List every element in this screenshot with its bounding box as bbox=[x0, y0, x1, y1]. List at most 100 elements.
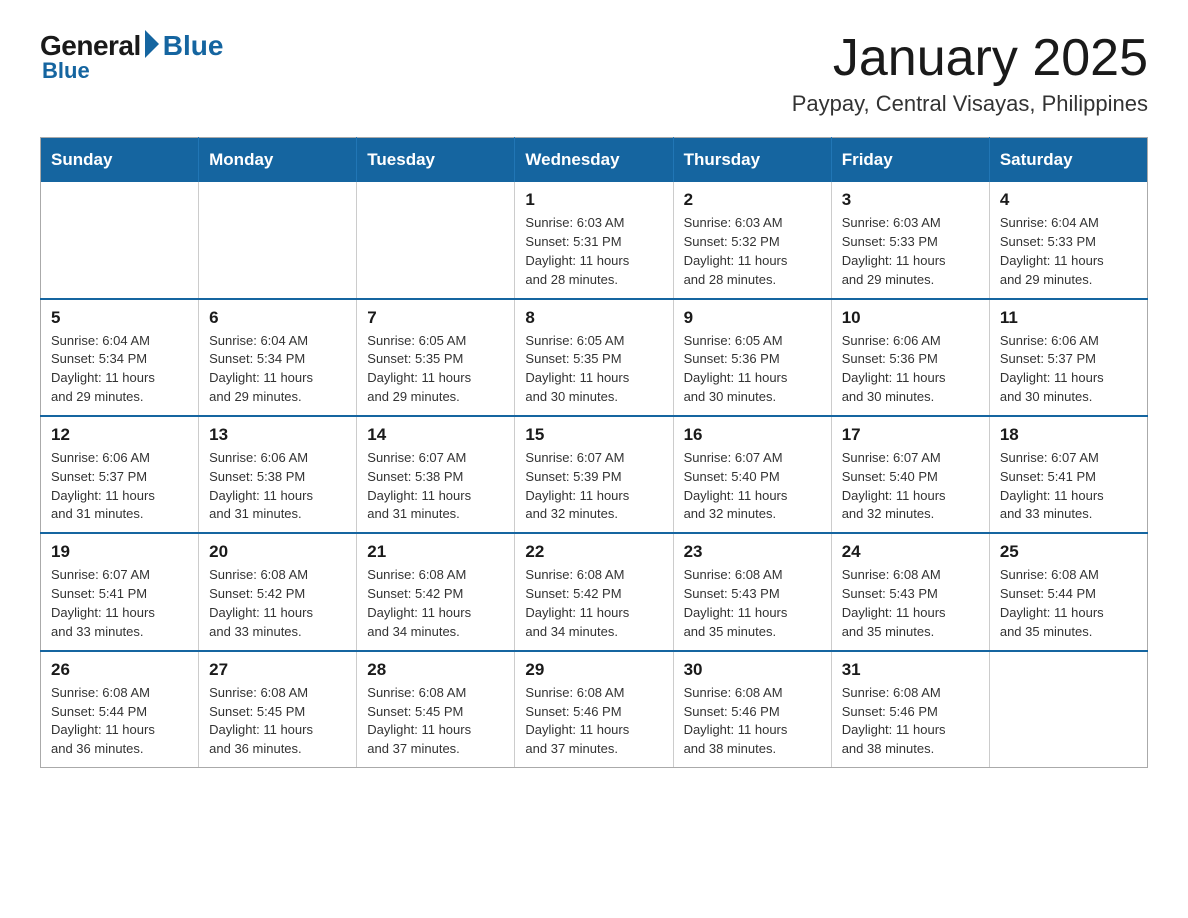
day-number: 14 bbox=[367, 425, 504, 445]
header-day-monday: Monday bbox=[199, 138, 357, 183]
calendar-cell: 30 Sunrise: 6:08 AM Sunset: 5:46 PM Dayli… bbox=[673, 651, 831, 768]
day-info: Sunrise: 6:07 AM Sunset: 5:38 PM Dayligh… bbox=[367, 449, 504, 524]
day-number: 23 bbox=[684, 542, 821, 562]
day-number: 25 bbox=[1000, 542, 1137, 562]
day-info: Sunrise: 6:08 AM Sunset: 5:42 PM Dayligh… bbox=[209, 566, 346, 641]
calendar-cell: 9Sunrise: 6:05 AM Sunset: 5:36 PM Daylig… bbox=[673, 299, 831, 416]
calendar-cell: 10Sunrise: 6:06 AM Sunset: 5:36 PM Dayli… bbox=[831, 299, 989, 416]
logo-subtitle: Blue bbox=[42, 58, 90, 84]
calendar-table: SundayMondayTuesdayWednesdayThursdayFrid… bbox=[40, 137, 1148, 768]
day-number: 15 bbox=[525, 425, 662, 445]
calendar-cell: 14 Sunrise: 6:07 AM Sunset: 5:38 PM Dayli… bbox=[357, 416, 515, 533]
week-row-2: 5 Sunrise: 6:04 AM Sunset: 5:34 PM Daylig… bbox=[41, 299, 1148, 416]
week-row-4: 19 Sunrise: 6:07 AM Sunset: 5:41 PM Dayli… bbox=[41, 533, 1148, 650]
header-day-tuesday: Tuesday bbox=[357, 138, 515, 183]
day-number: 8 bbox=[525, 308, 662, 328]
day-info: Sunrise: 6:03 AM Sunset: 5:32 PM Dayligh… bbox=[684, 214, 821, 289]
day-number: 12 bbox=[51, 425, 188, 445]
calendar-cell: 13 Sunrise: 6:06 AM Sunset: 5:38 PM Dayli… bbox=[199, 416, 357, 533]
day-number: 16 bbox=[684, 425, 821, 445]
logo-blue-text: Blue bbox=[163, 30, 224, 62]
calendar-cell: 16 Sunrise: 6:07 AM Sunset: 5:40 PM Dayli… bbox=[673, 416, 831, 533]
day-number: 31 bbox=[842, 660, 979, 680]
week-row-5: 26 Sunrise: 6:08 AM Sunset: 5:44 PM Dayli… bbox=[41, 651, 1148, 768]
day-number: 17 bbox=[842, 425, 979, 445]
day-info: Sunrise: 6:05 AM Sunset: 5:35 PM Dayligh… bbox=[525, 332, 662, 407]
day-number: 26 bbox=[51, 660, 188, 680]
day-info: Sunrise: 6:06 AM Sunset: 5:36 PM Dayligh… bbox=[842, 332, 979, 407]
day-number: 7 bbox=[367, 308, 504, 328]
calendar-cell: 27 Sunrise: 6:08 AM Sunset: 5:45 PM Dayli… bbox=[199, 651, 357, 768]
calendar-cell: 8 Sunrise: 6:05 AM Sunset: 5:35 PM Daylig… bbox=[515, 299, 673, 416]
day-number: 27 bbox=[209, 660, 346, 680]
day-info: Sunrise: 6:05 AM Sunset: 5:35 PM Dayligh… bbox=[367, 332, 504, 407]
day-info: Sunrise: 6:06 AM Sunset: 5:37 PM Dayligh… bbox=[51, 449, 188, 524]
header-day-saturday: Saturday bbox=[989, 138, 1147, 183]
day-number: 30 bbox=[684, 660, 821, 680]
day-info: Sunrise: 6:08 AM Sunset: 5:45 PM Dayligh… bbox=[209, 684, 346, 759]
day-number: 1 bbox=[525, 190, 662, 210]
day-info: Sunrise: 6:08 AM Sunset: 5:44 PM Dayligh… bbox=[51, 684, 188, 759]
day-info: Sunrise: 6:04 AM Sunset: 5:33 PM Dayligh… bbox=[1000, 214, 1137, 289]
day-info: Sunrise: 6:03 AM Sunset: 5:33 PM Dayligh… bbox=[842, 214, 979, 289]
day-number: 13 bbox=[209, 425, 346, 445]
day-info: Sunrise: 6:07 AM Sunset: 5:41 PM Dayligh… bbox=[1000, 449, 1137, 524]
day-info: Sunrise: 6:04 AM Sunset: 5:34 PM Dayligh… bbox=[51, 332, 188, 407]
day-number: 24 bbox=[842, 542, 979, 562]
day-info: Sunrise: 6:08 AM Sunset: 5:46 PM Dayligh… bbox=[684, 684, 821, 759]
day-info: Sunrise: 6:07 AM Sunset: 5:41 PM Dayligh… bbox=[51, 566, 188, 641]
day-info: Sunrise: 6:08 AM Sunset: 5:42 PM Dayligh… bbox=[525, 566, 662, 641]
header-day-friday: Friday bbox=[831, 138, 989, 183]
day-info: Sunrise: 6:05 AM Sunset: 5:36 PM Dayligh… bbox=[684, 332, 821, 407]
page-subtitle: Paypay, Central Visayas, Philippines bbox=[792, 91, 1148, 117]
day-number: 29 bbox=[525, 660, 662, 680]
calendar-cell: 3 Sunrise: 6:03 AM Sunset: 5:33 PM Daylig… bbox=[831, 182, 989, 298]
calendar-cell: 4 Sunrise: 6:04 AM Sunset: 5:33 PM Daylig… bbox=[989, 182, 1147, 298]
header-row: SundayMondayTuesdayWednesdayThursdayFrid… bbox=[41, 138, 1148, 183]
day-info: Sunrise: 6:06 AM Sunset: 5:38 PM Dayligh… bbox=[209, 449, 346, 524]
calendar-cell: 29Sunrise: 6:08 AM Sunset: 5:46 PM Dayli… bbox=[515, 651, 673, 768]
day-number: 28 bbox=[367, 660, 504, 680]
day-number: 3 bbox=[842, 190, 979, 210]
calendar-cell: 6Sunrise: 6:04 AM Sunset: 5:34 PM Daylig… bbox=[199, 299, 357, 416]
calendar-cell bbox=[199, 182, 357, 298]
day-info: Sunrise: 6:08 AM Sunset: 5:42 PM Dayligh… bbox=[367, 566, 504, 641]
calendar-body: 1 Sunrise: 6:03 AM Sunset: 5:31 PM Daylig… bbox=[41, 182, 1148, 767]
day-number: 21 bbox=[367, 542, 504, 562]
day-info: Sunrise: 6:03 AM Sunset: 5:31 PM Dayligh… bbox=[525, 214, 662, 289]
day-number: 18 bbox=[1000, 425, 1137, 445]
day-number: 19 bbox=[51, 542, 188, 562]
calendar-cell: 1 Sunrise: 6:03 AM Sunset: 5:31 PM Daylig… bbox=[515, 182, 673, 298]
day-number: 20 bbox=[209, 542, 346, 562]
calendar-cell: 19 Sunrise: 6:07 AM Sunset: 5:41 PM Dayli… bbox=[41, 533, 199, 650]
page-title: January 2025 bbox=[792, 30, 1148, 87]
calendar-cell: 18 Sunrise: 6:07 AM Sunset: 5:41 PM Dayli… bbox=[989, 416, 1147, 533]
day-info: Sunrise: 6:07 AM Sunset: 5:40 PM Dayligh… bbox=[842, 449, 979, 524]
calendar-cell bbox=[41, 182, 199, 298]
calendar-cell: 20 Sunrise: 6:08 AM Sunset: 5:42 PM Dayli… bbox=[199, 533, 357, 650]
day-number: 2 bbox=[684, 190, 821, 210]
calendar-cell: 17 Sunrise: 6:07 AM Sunset: 5:40 PM Dayli… bbox=[831, 416, 989, 533]
calendar-cell: 26 Sunrise: 6:08 AM Sunset: 5:44 PM Dayli… bbox=[41, 651, 199, 768]
calendar-cell: 28 Sunrise: 6:08 AM Sunset: 5:45 PM Dayli… bbox=[357, 651, 515, 768]
day-info: Sunrise: 6:08 AM Sunset: 5:44 PM Dayligh… bbox=[1000, 566, 1137, 641]
day-number: 5 bbox=[51, 308, 188, 328]
calendar-cell: 11Sunrise: 6:06 AM Sunset: 5:37 PM Dayli… bbox=[989, 299, 1147, 416]
day-info: Sunrise: 6:07 AM Sunset: 5:40 PM Dayligh… bbox=[684, 449, 821, 524]
day-number: 4 bbox=[1000, 190, 1137, 210]
calendar-cell: 23Sunrise: 6:08 AM Sunset: 5:43 PM Dayli… bbox=[673, 533, 831, 650]
calendar-cell bbox=[357, 182, 515, 298]
calendar-cell: 31Sunrise: 6:08 AM Sunset: 5:46 PM Dayli… bbox=[831, 651, 989, 768]
calendar-cell: 15Sunrise: 6:07 AM Sunset: 5:39 PM Dayli… bbox=[515, 416, 673, 533]
calendar-cell: 2 Sunrise: 6:03 AM Sunset: 5:32 PM Daylig… bbox=[673, 182, 831, 298]
header-day-thursday: Thursday bbox=[673, 138, 831, 183]
logo: General Blue Blue bbox=[40, 30, 223, 84]
day-info: Sunrise: 6:08 AM Sunset: 5:43 PM Dayligh… bbox=[842, 566, 979, 641]
week-row-1: 1 Sunrise: 6:03 AM Sunset: 5:31 PM Daylig… bbox=[41, 182, 1148, 298]
calendar-cell: 25 Sunrise: 6:08 AM Sunset: 5:44 PM Dayli… bbox=[989, 533, 1147, 650]
day-info: Sunrise: 6:08 AM Sunset: 5:45 PM Dayligh… bbox=[367, 684, 504, 759]
calendar-cell: 5 Sunrise: 6:04 AM Sunset: 5:34 PM Daylig… bbox=[41, 299, 199, 416]
calendar-cell: 7 Sunrise: 6:05 AM Sunset: 5:35 PM Daylig… bbox=[357, 299, 515, 416]
day-info: Sunrise: 6:04 AM Sunset: 5:34 PM Dayligh… bbox=[209, 332, 346, 407]
calendar-cell: 22Sunrise: 6:08 AM Sunset: 5:42 PM Dayli… bbox=[515, 533, 673, 650]
